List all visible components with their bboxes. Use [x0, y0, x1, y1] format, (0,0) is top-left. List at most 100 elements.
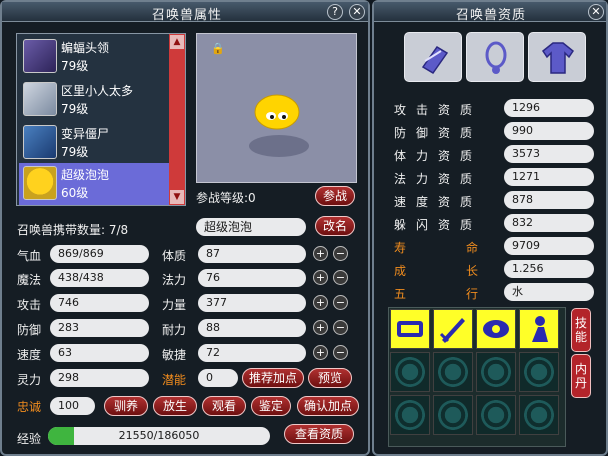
speed-qual-value: 878 [504, 191, 594, 209]
pet-collar-slot[interactable] [404, 32, 462, 82]
armor-equipment-icon [541, 42, 575, 74]
empty-skill-slot[interactable] [390, 395, 430, 435]
pet-name-field[interactable]: 超级泡泡 [196, 218, 306, 236]
dodge-qual-label: 躲闪资质 [394, 218, 483, 232]
defense-value: 283 [50, 319, 149, 337]
pet-level: 79级 [61, 102, 89, 116]
pet-list: 蝙蝠头领 79级 区里小人太多 79级 变异僵尸 79级 超级泡泡 60级 ▲ … [16, 33, 186, 206]
pet-attributes-window: 召唤兽属性 ? ✕ 蝙蝠头领 79级 区里小人太多 79级 变异僵尸 79级 超… [0, 0, 370, 456]
agility-minus-button[interactable]: − [333, 345, 348, 360]
potential-label: 潜能 [162, 373, 187, 387]
stamina-qual-value: 3573 [504, 145, 594, 163]
bat-leader-avatar-icon [23, 39, 57, 73]
potential-value: 0 [198, 369, 238, 387]
element-label-2: 行 [466, 287, 479, 301]
release-button[interactable]: 放生 [153, 396, 197, 416]
agility-label: 敏捷 [162, 348, 187, 362]
pet-list-item[interactable]: 蝙蝠头领 79级 [19, 36, 169, 78]
pet-list-item[interactable]: 变异僵尸 79级 [19, 122, 169, 164]
view-qualifications-button[interactable]: 查看资质 [284, 424, 354, 444]
constitution-value: 87 [198, 245, 306, 263]
carry-label: 召唤兽携带数量: [17, 223, 106, 237]
pet-list-item-selected[interactable]: 超级泡泡 60级 [19, 163, 169, 205]
close-button[interactable]: ✕ [349, 4, 365, 20]
battle-button[interactable]: 参战 [315, 186, 355, 206]
strength-minus-button[interactable]: − [333, 295, 348, 310]
magic-plus-button[interactable]: + [313, 270, 328, 285]
strength-plus-button[interactable]: + [313, 295, 328, 310]
pet-list-item[interactable]: 区里小人太多 79级 [19, 79, 169, 121]
spirit-value: 298 [50, 369, 149, 387]
preview-button[interactable]: 预览 [308, 368, 352, 388]
appraise-button[interactable]: 鉴定 [251, 396, 291, 416]
battle-level-value: 0 [248, 191, 256, 205]
endurance-minus-button[interactable]: − [333, 320, 348, 335]
title-bar[interactable]: 召唤兽资质 ✕ [374, 2, 606, 23]
skill-slot[interactable] [390, 309, 430, 349]
window-title: 召唤兽属性 [152, 8, 223, 23]
pet-name: 超级泡泡 [61, 168, 110, 182]
scroll-down-icon[interactable]: ▼ [170, 190, 184, 204]
loyalty-label: 忠诚 [17, 400, 42, 414]
empty-skill-slot[interactable] [476, 395, 516, 435]
constitution-minus-button[interactable]: − [333, 246, 348, 261]
sword-skill-icon [439, 318, 465, 343]
skill-tab-button[interactable]: 技能 [571, 308, 591, 352]
element-label-1: 五 [394, 287, 407, 301]
exp-bar: 21550/186050 [48, 427, 270, 445]
skill-slot[interactable] [476, 309, 516, 349]
skill-slot[interactable] [519, 309, 559, 349]
lifespan-value: 9709 [504, 237, 594, 255]
empty-skill-slot[interactable] [519, 395, 559, 435]
rename-button[interactable]: 改名 [315, 216, 355, 236]
skill-slot[interactable] [433, 309, 473, 349]
pet-name: 区里小人太多 [61, 84, 134, 98]
magic-minus-button[interactable]: − [333, 270, 348, 285]
strength-value: 377 [198, 294, 306, 312]
spirit-label: 灵力 [17, 373, 42, 387]
empty-skill-slot[interactable] [390, 352, 430, 392]
empty-skill-slot[interactable] [433, 352, 473, 392]
battle-level-text: 参战等级: [196, 191, 249, 205]
empty-skill-slot[interactable] [476, 352, 516, 392]
pet-name: 变异僵尸 [61, 127, 110, 141]
title-bar[interactable]: 召唤兽属性 ? ✕ [2, 2, 368, 23]
element-value: 水 [504, 283, 594, 301]
watch-button[interactable]: 观看 [202, 396, 246, 416]
growth-label-1: 成 [394, 264, 407, 278]
battle-level-label: 参战等级:0 [196, 189, 256, 206]
recommend-points-button[interactable]: 推荐加点 [242, 368, 304, 388]
empty-skill-slot[interactable] [519, 352, 559, 392]
inner-dan-tab-button[interactable]: 内丹 [571, 354, 591, 398]
skill-book-icon [397, 321, 423, 337]
stamina-qual-label: 体力资质 [394, 149, 483, 163]
endurance-value: 88 [198, 319, 306, 337]
tame-button[interactable]: 驯养 [104, 396, 148, 416]
help-button[interactable]: ? [327, 4, 343, 20]
strength-label: 力量 [162, 298, 187, 312]
empty-skill-slot[interactable] [433, 395, 473, 435]
magic-value: 76 [198, 269, 306, 287]
lifespan-label-2: 命 [466, 241, 479, 255]
magic-qual-label: 法力资质 [394, 172, 483, 186]
eye-skill-icon [483, 320, 509, 338]
pet-necklace-slot[interactable] [466, 32, 524, 82]
endurance-label: 耐力 [162, 323, 187, 337]
speed-qual-label: 速度资质 [394, 195, 483, 209]
magic-label: 法力 [162, 273, 187, 287]
bubble-avatar-icon [23, 166, 57, 200]
agility-plus-button[interactable]: + [313, 345, 328, 360]
scroll-up-icon[interactable]: ▲ [170, 35, 184, 49]
attack-value: 746 [50, 294, 149, 312]
constitution-plus-button[interactable]: + [313, 246, 328, 261]
endurance-plus-button[interactable]: + [313, 320, 328, 335]
pet-name: 蝙蝠头领 [61, 41, 110, 55]
attack-qual-value: 1296 [504, 99, 594, 117]
pet-qualifications-window: 召唤兽资质 ✕ 攻击资质 1296 防御资质 990 体力资质 3573 法力资… [372, 0, 608, 456]
pet-armor-slot[interactable] [528, 32, 586, 82]
collar-equipment-icon [421, 45, 449, 75]
confirm-points-button[interactable]: 确认加点 [297, 396, 359, 416]
defense-label: 防御 [17, 323, 42, 337]
close-button[interactable]: ✕ [588, 4, 604, 20]
pet-list-scrollbar[interactable]: ▲ ▼ [169, 34, 185, 205]
